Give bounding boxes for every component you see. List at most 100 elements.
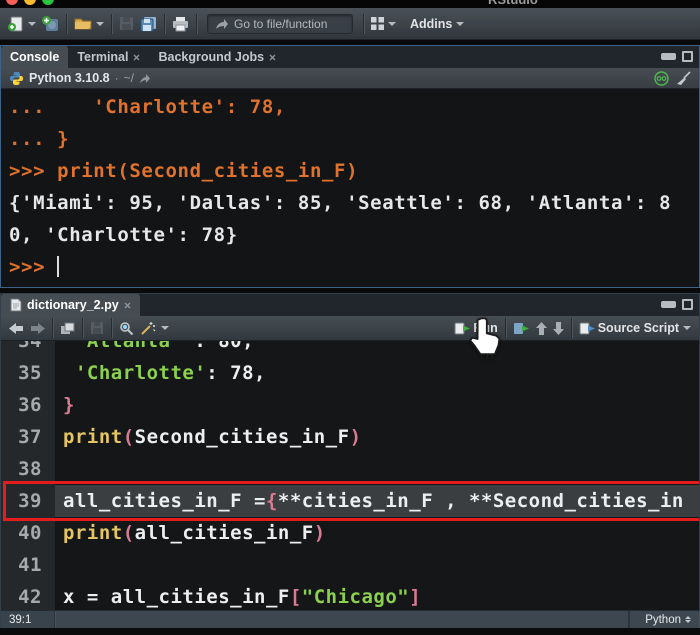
close-icon[interactable] <box>269 54 276 61</box>
back-button[interactable] <box>6 321 27 336</box>
console-output[interactable]: ... 'Charlotte': 78, ... } >>> print(Secon… <box>1 89 699 287</box>
tab-terminal[interactable]: Terminal <box>68 46 149 68</box>
forward-button[interactable] <box>27 321 48 336</box>
toolbar-separator <box>82 318 83 338</box>
reticulate-session-icon[interactable] <box>654 70 669 86</box>
close-icon[interactable] <box>133 54 140 61</box>
minimize-pane-icon[interactable] <box>661 301 676 308</box>
code-tools-button[interactable] <box>137 319 172 338</box>
language-label: Python <box>645 613 681 626</box>
goto-arrow-icon <box>215 18 228 30</box>
code-line[interactable]: 34 'Atlanta' : 80, <box>1 341 699 357</box>
code-text: 'Atlanta' : 80, <box>74 341 255 352</box>
statusbar-spacer <box>55 611 629 628</box>
zoom-window-icon[interactable] <box>42 0 54 5</box>
maximize-pane-icon[interactable] <box>682 51 693 62</box>
source-icon <box>579 322 596 335</box>
toolbar-separator <box>66 13 67 34</box>
toolbar-separator <box>111 318 112 338</box>
code-text: } <box>63 394 75 416</box>
new-file-button[interactable] <box>4 13 39 34</box>
tab-label: dictionary_2.py <box>27 298 119 312</box>
tab-dictionary-2-py[interactable]: dictionary_2.py <box>1 294 140 316</box>
addins-button[interactable]: Addins <box>407 15 467 33</box>
code-line[interactable]: 39 all_cities_in_F ={**cities_in_F , **Se… <box>1 485 699 517</box>
print-button[interactable] <box>169 14 192 34</box>
save-button[interactable] <box>87 319 107 337</box>
panes-layout-button[interactable] <box>368 15 399 32</box>
titlebar: RStudio <box>0 0 700 8</box>
line-number: 36 <box>1 389 55 421</box>
console-line: ... 'Charlotte': 78, <box>9 96 286 118</box>
share-arrow-icon[interactable] <box>139 73 151 84</box>
chevron-down-icon <box>161 326 169 330</box>
back-arrow-icon <box>9 322 24 334</box>
minimize-pane-icon[interactable] <box>661 53 676 60</box>
code-text: x = all_cities_in_F["Chicago"] <box>63 586 422 608</box>
path-separator: · <box>114 71 119 85</box>
save-button[interactable] <box>116 14 137 33</box>
interpreter-version: Python 3.10.8 <box>29 71 110 85</box>
code-text: print(all_cities_in_F) <box>63 522 326 544</box>
tab-background-jobs[interactable]: Background Jobs <box>149 46 285 68</box>
console-header: Python 3.10.8 · ~/ <box>1 68 699 89</box>
editor-toolbar: Run <box>1 316 699 341</box>
up-arrow-icon <box>535 321 547 335</box>
code-text: print(Second_cities_in_F) <box>63 426 362 448</box>
find-replace-button[interactable] <box>116 319 137 338</box>
code-text: all_cities_in_F ={**cities_in_F , **Seco… <box>63 490 684 512</box>
toolbar-separator <box>363 13 364 34</box>
code-line[interactable]: 38 <box>1 453 699 485</box>
code-line[interactable]: 35 'Charlotte': 78, <box>1 357 699 389</box>
code-line[interactable]: 37 print(Second_cities_in_F) <box>1 421 699 453</box>
spinner-icon <box>685 616 691 623</box>
previous-chunk-button[interactable] <box>533 320 550 337</box>
toolbar-separator <box>164 13 165 34</box>
new-project-button[interactable] <box>39 13 62 34</box>
source-script-button[interactable]: Source Script <box>576 319 694 337</box>
line-number: 41 <box>1 549 55 581</box>
save-icon <box>119 16 134 31</box>
file-icon <box>10 298 22 312</box>
rerun-button[interactable] <box>510 320 533 337</box>
editor-tabstrip: dictionary_2.py <box>1 294 699 316</box>
editor-statusbar: 39:1 Python <box>1 610 699 628</box>
tab-console[interactable]: Console <box>1 46 69 68</box>
line-number: 40 <box>1 517 55 549</box>
code-line[interactable]: 40 print(all_cities_in_F) <box>1 517 699 549</box>
code-line[interactable]: 41 <box>1 549 699 581</box>
show-in-new-window-button[interactable] <box>57 320 78 337</box>
tab-label: Console <box>10 50 60 64</box>
line-number: 39 <box>1 485 55 517</box>
working-directory[interactable]: ~/ <box>124 71 134 85</box>
toolbar-separator <box>111 13 112 34</box>
close-window-icon[interactable] <box>6 0 18 5</box>
console-line: {'Miami': 95, 'Dallas': 85, 'Seattle': 6… <box>9 192 672 214</box>
minimize-window-icon[interactable] <box>24 0 36 5</box>
grid-icon <box>371 17 384 30</box>
text-cursor <box>57 256 60 277</box>
code-line[interactable]: 36} <box>1 389 699 421</box>
addins-label: Addins <box>410 16 453 31</box>
line-number: 34 <box>1 341 55 357</box>
code-line[interactable]: 42 x = all_cities_in_F["Chicago"] <box>1 581 699 610</box>
save-all-icon <box>140 16 157 32</box>
close-icon[interactable] <box>124 302 131 309</box>
code-editor[interactable]: 34 'Atlanta' : 80, 35 'Charlotte': 78, 36}… <box>1 341 699 610</box>
next-chunk-button[interactable] <box>550 320 567 337</box>
save-all-button[interactable] <box>137 14 160 34</box>
new-project-icon <box>42 15 59 32</box>
goto-file-function-input[interactable]: Go to file/function <box>207 13 353 34</box>
line-number: 35 <box>1 357 55 389</box>
toolbar-separator <box>196 13 197 34</box>
window-title: RStudio <box>488 0 538 7</box>
chevron-down-icon <box>96 21 104 26</box>
language-selector[interactable]: Python <box>629 611 699 628</box>
maximize-pane-icon[interactable] <box>682 299 693 310</box>
open-file-button[interactable] <box>71 14 107 33</box>
goto-placeholder: Go to file/function <box>234 16 328 31</box>
clear-console-broom-icon[interactable] <box>676 70 691 86</box>
code-text: 'Charlotte': 78, <box>74 362 266 384</box>
console-pane: Console Terminal Background Jobs Python … <box>0 45 700 288</box>
bottom-strip <box>0 628 700 635</box>
